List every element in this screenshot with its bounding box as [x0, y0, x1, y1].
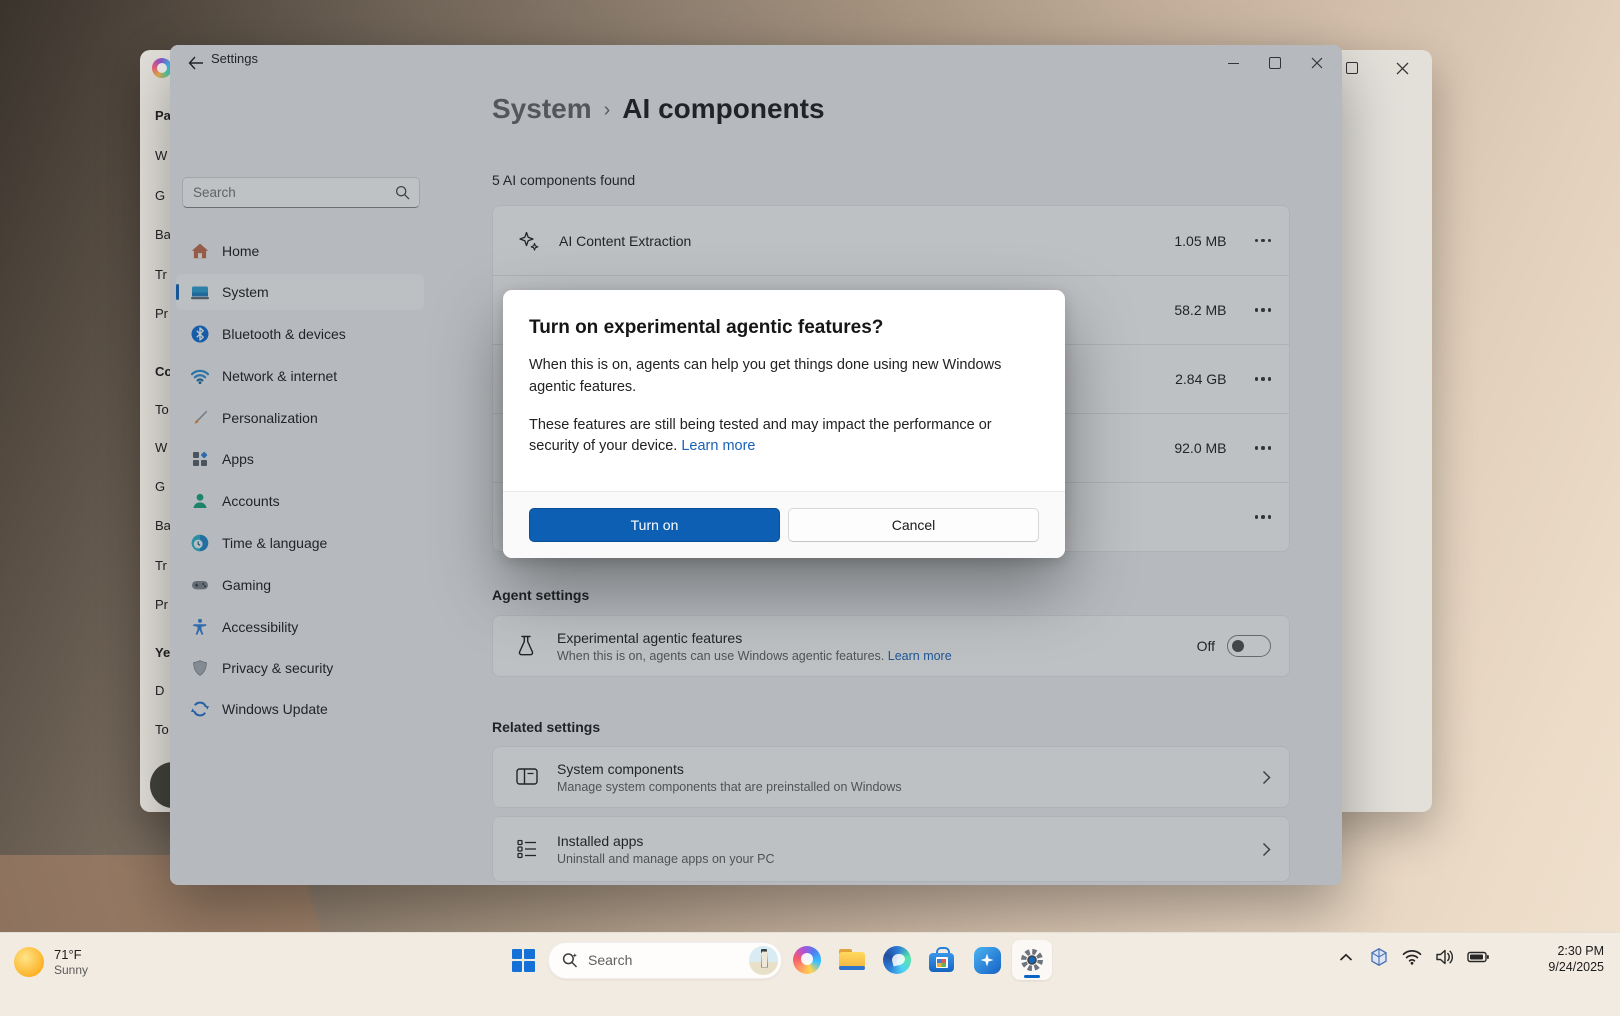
- settings-window: Settings Home System Bl: [170, 45, 1342, 885]
- tray-3d-cube-icon[interactable]: [1367, 945, 1391, 969]
- tray-chevron-up-icon[interactable]: [1334, 945, 1358, 969]
- dialog-footer: Turn on Cancel: [503, 491, 1065, 558]
- windows-logo-icon: [512, 949, 535, 972]
- agentic-features-dialog: Turn on experimental agentic features? W…: [503, 290, 1065, 558]
- clock-time: 2:30 PM: [1548, 943, 1604, 959]
- file-explorer-icon: [838, 948, 866, 972]
- edge-icon: [883, 946, 911, 974]
- start-button[interactable]: [503, 940, 543, 980]
- weather-temp: 71°F: [54, 947, 88, 962]
- tray-volume-icon[interactable]: [1433, 945, 1457, 969]
- taskbar-search[interactable]: Search: [548, 942, 782, 979]
- taskbar-search-placeholder: Search: [588, 952, 749, 968]
- taskbar-item-settings[interactable]: [1012, 940, 1052, 980]
- dialog-body-text: These features are still being tested an…: [529, 417, 992, 455]
- learn-more-link[interactable]: Learn more: [681, 438, 755, 454]
- taskbar-item-m365-copilot[interactable]: [967, 940, 1007, 980]
- tray-wifi-icon[interactable]: [1400, 945, 1424, 969]
- turn-on-button[interactable]: Turn on: [529, 508, 780, 542]
- settings-gear-icon: [1018, 946, 1046, 974]
- taskbar-clock[interactable]: 2:30 PM 9/24/2025: [1548, 943, 1604, 975]
- search-sparkle-icon: [561, 951, 579, 969]
- search-daily-image: [749, 946, 778, 975]
- weather-condition: Sunny: [54, 963, 88, 977]
- system-tray: [1334, 945, 1490, 969]
- clock-date: 9/24/2025: [1548, 959, 1604, 975]
- taskbar-center: Search: [503, 940, 1052, 980]
- dialog-body-text: When this is on, agents can help you get…: [529, 355, 1019, 399]
- cancel-button[interactable]: Cancel: [788, 508, 1039, 542]
- m365-copilot-icon: [974, 947, 1001, 974]
- taskbar-item-store[interactable]: [922, 940, 962, 980]
- taskbar: 71°F Sunny Search: [0, 932, 1620, 1016]
- tray-battery-icon[interactable]: [1466, 945, 1490, 969]
- dialog-title: Turn on experimental agentic features?: [529, 317, 1039, 339]
- microsoft-store-icon: [929, 947, 955, 973]
- taskbar-item-edge[interactable]: [877, 940, 917, 980]
- taskbar-item-file-explorer[interactable]: [832, 940, 872, 980]
- taskbar-item-copilot[interactable]: [787, 940, 827, 980]
- copilot-icon: [793, 946, 821, 974]
- weather-widget[interactable]: 71°F Sunny: [14, 947, 88, 977]
- desktop: Pa W G Ba Tr Pr Co To W G Ba Tr Pr Ye D …: [0, 0, 1620, 1016]
- sun-icon: [14, 947, 44, 977]
